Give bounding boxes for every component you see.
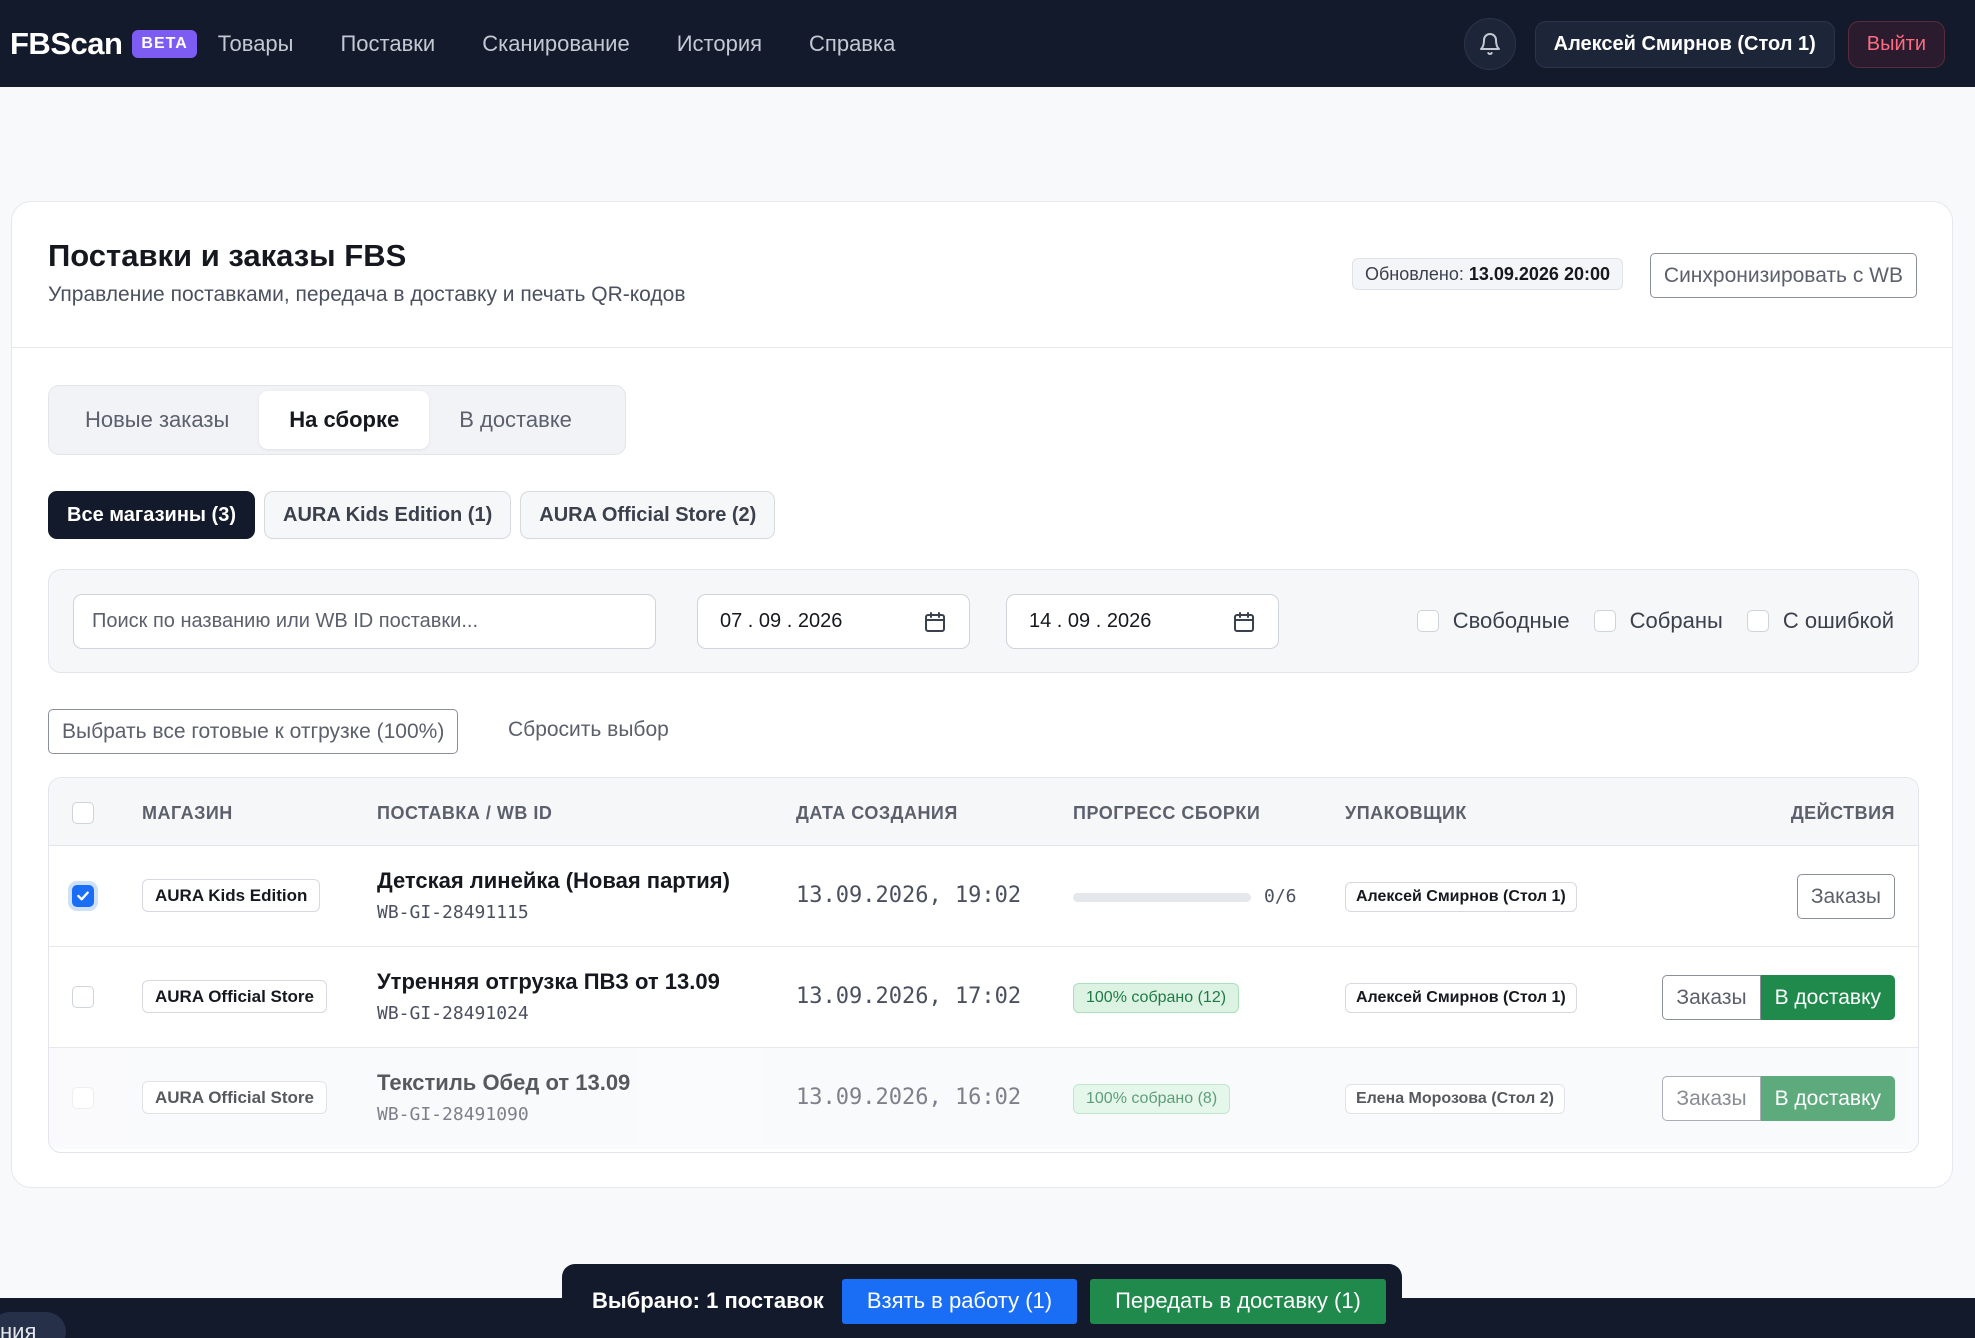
th-progress: ПРОГРЕСС СБОРКИ — [1073, 803, 1261, 823]
bulk-action-bar: Выбрано: 1 поставок Взять в работу (1) П… — [562, 1264, 1402, 1338]
progress-bar — [1073, 893, 1251, 902]
row-checkbox[interactable] — [72, 1087, 94, 1109]
floating-pill[interactable]: ния — [0, 1312, 66, 1338]
store-badge: AURA Official Store — [142, 1081, 328, 1114]
nav-link-scanning[interactable]: Сканирование — [482, 31, 630, 57]
status-checkboxes: Свободные Собраны С ошибкой — [1393, 608, 1894, 634]
shipments-table: МАГАЗИН ПОСТАВКА / WB ID ДАТА СОЗДАНИЯ П… — [48, 777, 1919, 1153]
select-ready-button[interactable]: Выбрать все готовые к отгрузке (100%) — [48, 709, 459, 754]
beta-badge: BETA — [132, 29, 197, 58]
search-input[interactable] — [73, 594, 656, 649]
orders-button[interactable]: Заказы — [1662, 1076, 1761, 1121]
error-checkbox[interactable] — [1746, 610, 1769, 632]
store-badge: AURA Official Store — [142, 980, 328, 1013]
row-checkbox[interactable] — [72, 885, 94, 907]
chip-all-stores[interactable]: Все магазины (3) — [48, 491, 255, 539]
progress-count: 0/6 — [1264, 886, 1297, 907]
updated-value: 13.09.2026 20:00 — [1468, 263, 1610, 284]
orders-button[interactable]: Заказы — [1796, 874, 1895, 919]
shipment-name: Детская линейка (Новая партия) — [377, 868, 730, 893]
user-menu[interactable]: Алексей Смирнов (Стол 1) — [1534, 20, 1835, 68]
row-actions: Заказы В доставку — [1662, 1076, 1895, 1121]
nav-link-history[interactable]: История — [677, 31, 762, 57]
table-row[interactable]: AURA Official Store Утренняя отгрузка ПВ… — [49, 947, 1918, 1048]
calendar-icon[interactable] — [1232, 610, 1256, 634]
filter-assembled[interactable]: Собраны — [1593, 608, 1723, 634]
check-icon — [77, 891, 89, 901]
date-from-field[interactable]: 07 . 09 . 2026 — [697, 594, 970, 649]
shipments-card: Поставки и заказы FBS Управление поставк… — [11, 201, 1953, 1188]
select-all-checkbox[interactable] — [72, 802, 94, 824]
date-from-value: 07 . 09 . 2026 — [720, 610, 843, 632]
calendar-icon[interactable] — [923, 610, 947, 634]
reset-selection-link[interactable]: Сбросить выбор — [508, 718, 669, 742]
table-row[interactable]: AURA Kids Edition Детская линейка (Новая… — [49, 846, 1918, 947]
selected-count: Выбрано: 1 поставок — [592, 1288, 824, 1313]
free-label: Свободные — [1452, 608, 1570, 633]
to-delivery-button[interactable]: В доставку — [1760, 975, 1895, 1020]
th-actions: ДЕЙСТВИЯ — [1790, 803, 1895, 823]
last-updated-badge: Обновлено: 13.09.2026 20:00 — [1351, 258, 1623, 290]
created-date: 13.09.2026, 16:02 — [796, 1085, 1022, 1110]
main-nav: Товары Поставки Сканирование История Спр… — [218, 31, 943, 57]
chip-aura-official[interactable]: AURA Official Store (2) — [520, 491, 776, 539]
date-to-value: 14 . 09 . 2026 — [1029, 610, 1152, 632]
card-header: Поставки и заказы FBS Управление поставк… — [12, 202, 1952, 348]
notifications-button[interactable] — [1463, 18, 1516, 70]
to-delivery-button[interactable]: В доставку — [1760, 1076, 1895, 1121]
shipment-wb-id: WB-GI-28491024 — [377, 1003, 529, 1024]
status-tabs: Новые заказы На сборке В доставке — [48, 385, 626, 455]
free-checkbox[interactable] — [1416, 610, 1439, 632]
shipment-wb-id: WB-GI-28491090 — [377, 1104, 529, 1125]
th-shipment: ПОСТАВКА / WB ID — [377, 803, 553, 823]
th-created: ДАТА СОЗДАНИЯ — [796, 803, 958, 823]
progress-complete-badge: 100% собрано (8) — [1073, 1084, 1231, 1114]
date-to-field[interactable]: 14 . 09 . 2026 — [1006, 594, 1279, 649]
page-subtitle: Управление поставками, передача в достав… — [48, 283, 686, 306]
th-packer: УПАКОВЩИК — [1345, 803, 1467, 823]
store-filter-chips: Все магазины (3) AURA Kids Edition (1) A… — [48, 491, 784, 539]
shipment-name: Текстиль Обед от 13.09 — [377, 1070, 631, 1095]
tab-in-delivery[interactable]: В доставке — [429, 391, 602, 449]
take-to-work-button[interactable]: Взять в работу (1) — [841, 1278, 1078, 1324]
packer-badge: Алексей Смирнов (Стол 1) — [1345, 882, 1577, 912]
assembled-checkbox[interactable] — [1593, 610, 1616, 632]
progress-complete-badge: 100% собрано (12) — [1073, 983, 1240, 1013]
nav-link-products[interactable]: Товары — [218, 31, 294, 57]
packer-badge: Елена Морозова (Стол 2) — [1345, 1084, 1565, 1114]
packer-badge: Алексей Смирнов (Стол 1) — [1345, 983, 1577, 1013]
nav-link-help[interactable]: Справка — [809, 31, 895, 57]
row-actions: Заказы В доставку — [1662, 975, 1895, 1020]
page-title: Поставки и заказы FBS — [48, 238, 407, 273]
top-navbar: FBScan BETA Товары Поставки Сканирование… — [0, 0, 1975, 87]
created-date: 13.09.2026, 19:02 — [796, 883, 1022, 908]
sync-wb-button[interactable]: Синхронизировать с WB — [1649, 253, 1917, 298]
error-label: С ошибкой — [1782, 608, 1894, 633]
table-row[interactable]: AURA Official Store Текстиль Обед от 13.… — [49, 1048, 1918, 1149]
orders-button[interactable]: Заказы — [1662, 975, 1761, 1020]
shipment-wb-id: WB-GI-28491115 — [377, 902, 529, 923]
assembled-label: Собраны — [1629, 608, 1723, 633]
bell-icon — [1479, 33, 1500, 55]
chip-aura-kids[interactable]: AURA Kids Edition (1) — [264, 491, 512, 539]
store-badge: AURA Kids Edition — [142, 879, 321, 912]
nav-user-area: Алексей Смирнов (Стол 1) Выйти — [1463, 18, 1945, 70]
th-store: МАГАЗИН — [142, 803, 233, 823]
row-actions: Заказы — [1796, 874, 1895, 919]
filter-free[interactable]: Свободные — [1416, 608, 1570, 634]
filter-error[interactable]: С ошибкой — [1746, 608, 1894, 634]
nav-link-shipments[interactable]: Поставки — [340, 31, 435, 57]
shipment-name: Утренняя отгрузка ПВЗ от 13.09 — [377, 969, 720, 994]
updated-label: Обновлено: — [1364, 263, 1464, 284]
table-header: МАГАЗИН ПОСТАВКА / WB ID ДАТА СОЗДАНИЯ П… — [49, 778, 1918, 846]
tab-new-orders[interactable]: Новые заказы — [55, 391, 259, 449]
logout-button[interactable]: Выйти — [1847, 20, 1945, 68]
brand-logo[interactable]: FBScan — [10, 26, 123, 62]
created-date: 13.09.2026, 17:02 — [796, 984, 1022, 1009]
bulk-deliver-button[interactable]: Передать в доставку (1) — [1090, 1278, 1386, 1324]
row-checkbox[interactable] — [72, 986, 94, 1008]
filter-bar: 07 . 09 . 2026 14 . 09 . 2026 Свободные … — [48, 569, 1919, 673]
tab-assembling[interactable]: На сборке — [259, 391, 430, 449]
